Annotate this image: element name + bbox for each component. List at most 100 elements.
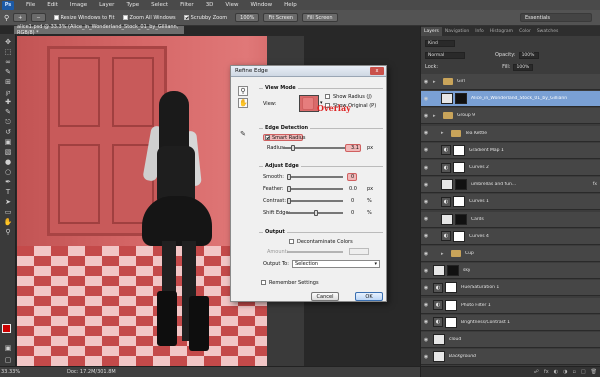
layer-row[interactable]: ◉ sky xyxy=(421,263,600,280)
layer-mask-thumbnail[interactable] xyxy=(445,282,457,294)
visibility-eye-icon[interactable]: ◉ xyxy=(421,182,431,188)
layer-mask-thumbnail[interactable] xyxy=(455,213,467,225)
zoom-tool-icon[interactable]: ⚲ xyxy=(4,14,9,22)
layer-row[interactable]: ◉ ◐ Brightness/Contrast 1 xyxy=(421,314,600,331)
amount-value-field[interactable] xyxy=(349,248,369,255)
visibility-eye-icon[interactable]: ◉ xyxy=(421,216,431,222)
quick-mask-icon[interactable]: ▣ xyxy=(3,344,13,352)
layer-thumbnail[interactable] xyxy=(433,351,445,363)
layer-mask-thumbnail[interactable] xyxy=(455,93,467,105)
expand-arrow-icon[interactable]: ▸ xyxy=(433,79,439,85)
layer-row[interactable]: ◉ ▸ Cup xyxy=(421,246,600,262)
hand-tool-icon[interactable]: ✋ xyxy=(3,218,13,226)
radius-value[interactable]: 3.1 xyxy=(351,145,359,151)
kind-filter-select[interactable]: Kind xyxy=(425,39,455,47)
pen-tool-icon[interactable]: ✒ xyxy=(3,178,13,186)
lasso-tool-icon[interactable]: ∞ xyxy=(3,58,13,66)
resize-windows-checkbox[interactable] xyxy=(53,15,59,20)
contrast-slider-thumb[interactable] xyxy=(287,198,291,204)
menu-window[interactable]: Window xyxy=(250,2,272,8)
layer-mask-thumbnail[interactable] xyxy=(445,299,457,311)
layer-mask-thumbnail[interactable] xyxy=(447,265,459,277)
blend-mode-select[interactable]: Normal xyxy=(425,51,465,59)
layer-style-icon[interactable]: fx xyxy=(544,369,549,375)
trash-icon[interactable]: 🗑 xyxy=(591,369,597,375)
visibility-eye-icon[interactable]: ◉ xyxy=(421,147,431,153)
visibility-eye-icon[interactable]: ◉ xyxy=(421,268,431,274)
visibility-eye-icon[interactable]: ◉ xyxy=(421,130,431,136)
eyedropper-tool-icon[interactable]: ℘ xyxy=(3,88,13,96)
new-group-icon[interactable]: ▫ xyxy=(573,369,576,375)
layer-row[interactable]: ◉ Alice_in_Wonderland_Stock_01_by_Gillian… xyxy=(421,91,600,108)
gradient-tool-icon[interactable]: ▧ xyxy=(3,148,13,156)
radius-slider[interactable] xyxy=(283,145,345,151)
tab-swatches[interactable]: Swatches xyxy=(534,27,562,36)
fill-screen-button[interactable]: Fill Screen xyxy=(302,13,338,22)
decontaminate-checkbox[interactable] xyxy=(289,239,294,244)
layer-mask-thumbnail[interactable] xyxy=(453,196,465,208)
remember-settings-checkbox[interactable] xyxy=(261,280,266,285)
smooth-value[interactable]: 0 xyxy=(351,174,354,180)
blur-tool-icon[interactable]: ● xyxy=(3,158,13,166)
type-tool-icon[interactable]: T xyxy=(3,188,13,196)
visibility-eye-icon[interactable]: ◉ xyxy=(421,285,431,291)
scrubby-zoom-checkbox[interactable] xyxy=(183,15,189,20)
hand-tool-icon[interactable]: ✋ xyxy=(238,98,248,108)
tab-histogram[interactable]: Histogram xyxy=(487,27,516,36)
shift-edge-slider-thumb[interactable] xyxy=(314,210,318,216)
layer-row[interactable]: ◉ ◐ Curves 4 xyxy=(421,228,600,245)
cancel-button[interactable]: Cancel xyxy=(311,292,339,301)
visibility-eye-icon[interactable]: ◉ xyxy=(421,251,431,257)
layer-row[interactable]: ◉ ◐ Photo Filter 1 xyxy=(421,297,600,314)
zoom-in-icon[interactable]: + xyxy=(13,13,28,22)
expand-arrow-icon[interactable]: ▸ xyxy=(441,251,447,257)
visibility-eye-icon[interactable]: ◉ xyxy=(421,165,431,171)
eraser-tool-icon[interactable]: ▣ xyxy=(3,138,13,146)
dodge-tool-icon[interactable]: ○ xyxy=(3,168,13,176)
dialog-close-button[interactable]: x xyxy=(370,67,384,75)
foreground-color-swatch[interactable] xyxy=(2,324,11,333)
shift-edge-value[interactable]: 0 xyxy=(351,210,354,216)
visibility-eye-icon[interactable]: ◉ xyxy=(421,233,431,239)
opacity-field[interactable]: 100% xyxy=(518,51,539,59)
layer-thumbnail[interactable] xyxy=(433,334,445,345)
history-brush-tool-icon[interactable]: ↺ xyxy=(3,128,13,136)
feather-slider[interactable] xyxy=(287,186,343,192)
screen-mode-icon[interactable]: ▢ xyxy=(3,356,13,364)
menu-layer[interactable]: Layer xyxy=(99,2,114,8)
menu-edit[interactable]: Edit xyxy=(47,2,58,8)
layer-mask-thumbnail[interactable] xyxy=(455,179,467,191)
brush-tool-icon[interactable]: ✎ xyxy=(3,108,13,116)
quick-select-tool-icon[interactable]: ✎ xyxy=(3,68,13,76)
expand-arrow-icon[interactable]: ▸ xyxy=(433,113,439,119)
feather-value[interactable]: 0.0 xyxy=(349,186,357,192)
visibility-eye-icon[interactable]: ◉ xyxy=(421,199,431,205)
layer-row[interactable]: ◉ ▸ Tea Kettle xyxy=(421,125,600,142)
layer-thumbnail[interactable] xyxy=(433,265,445,277)
shift-edge-slider[interactable] xyxy=(287,210,343,216)
expand-arrow-icon[interactable]: ▸ xyxy=(441,130,447,136)
workspace-select[interactable]: Essentials xyxy=(520,13,592,22)
fit-screen-button[interactable]: Fit Screen xyxy=(263,13,299,22)
layer-mask-thumbnail[interactable] xyxy=(453,230,465,242)
layer-row[interactable]: ◉ ◐ Gradient Map 1 xyxy=(421,142,600,159)
menu-type[interactable]: Type xyxy=(126,2,139,8)
contrast-slider[interactable] xyxy=(287,198,343,204)
add-mask-icon[interactable]: ◐ xyxy=(554,369,558,375)
feather-slider-thumb[interactable] xyxy=(287,186,291,192)
actual-pixels-button[interactable]: 100% xyxy=(235,13,260,22)
menu-filter[interactable]: Filter xyxy=(180,2,194,8)
tab-info[interactable]: Info xyxy=(472,27,487,36)
crop-tool-icon[interactable]: ⊞ xyxy=(3,78,13,86)
zoom-tool-icon[interactable]: ⚲ xyxy=(3,228,13,236)
visibility-eye-icon[interactable]: ◉ xyxy=(421,302,431,308)
healing-tool-icon[interactable]: ✚ xyxy=(3,98,13,106)
layer-row[interactable]: ◉ Cards xyxy=(421,211,600,228)
path-select-tool-icon[interactable]: ➤ xyxy=(3,198,13,206)
ok-button[interactable]: OK xyxy=(355,292,383,301)
layer-row[interactable]: ◉ ◐ Curves 2 xyxy=(421,160,600,176)
layer-row[interactable]: ◉ ◐ Curves 1 xyxy=(421,194,600,211)
layer-row[interactable]: ◉ cloud xyxy=(421,332,600,348)
visibility-eye-icon[interactable]: ◉ xyxy=(421,96,431,102)
menu-file[interactable]: File xyxy=(26,2,35,8)
